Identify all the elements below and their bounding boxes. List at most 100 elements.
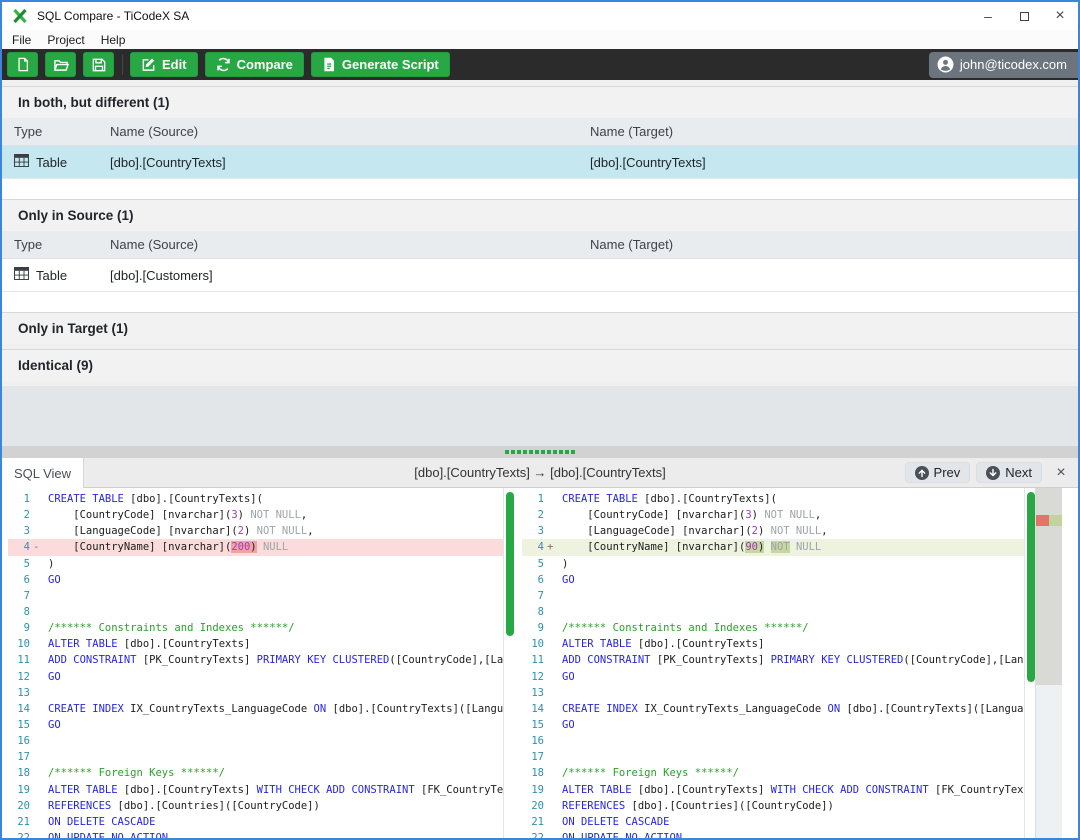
- line-code: /****** Constraints and Indexes ******/: [562, 620, 809, 636]
- sql-line: 19ALTER TABLE [dbo].[CountryTexts] WITH …: [8, 782, 503, 798]
- sql-line: 3 [LanguageCode] [nvarchar](2) NOT NULL,: [8, 523, 503, 539]
- token: /****** Foreign Keys ******/: [48, 767, 225, 779]
- diff-marker: [544, 556, 557, 572]
- comparison-grid: In both, but different (1)TypeName (Sour…: [2, 80, 1078, 446]
- diff-marker: [30, 588, 43, 604]
- token: [dbo].[CountryTexts](: [124, 493, 263, 505]
- save-icon: [92, 58, 106, 72]
- sql-line: 21 ON DELETE CASCADE: [522, 814, 1024, 830]
- diff-marker: [30, 652, 43, 668]
- sync-icon: [216, 57, 231, 72]
- token: 90: [745, 541, 758, 553]
- close-sql-view-button[interactable]: ×: [1052, 464, 1070, 482]
- line-number: 4: [8, 539, 30, 555]
- menu-help[interactable]: Help: [93, 32, 134, 48]
- line-number: 5: [522, 556, 544, 572]
- line-code: ): [48, 556, 54, 572]
- table-row[interactable]: Table[dbo].[Customers]: [2, 259, 1078, 292]
- minimize-button[interactable]: –: [970, 2, 1006, 30]
- compare-button[interactable]: Compare: [205, 52, 304, 77]
- token: NULL: [796, 541, 821, 553]
- source-scrollbar[interactable]: [503, 488, 516, 838]
- section-header-2[interactable]: Only in Target (1): [2, 312, 1078, 344]
- section-header-0[interactable]: In both, but different (1): [2, 86, 1078, 118]
- line-code: CREATE TABLE [dbo].[CountryTexts](: [562, 491, 777, 507]
- user-email: john@ticodex.com: [960, 57, 1067, 72]
- token: [dbo].[CountryTexts]([LanguageCode]): [326, 703, 503, 715]
- diff-marker: [544, 620, 557, 636]
- user-account-button[interactable]: john@ticodex.com: [929, 52, 1078, 78]
- token: [dbo].[CountryTexts]([LanguageCode]): [840, 703, 1024, 715]
- line-number: 12: [522, 669, 544, 685]
- table-row[interactable]: Table[dbo].[CountryTexts][dbo].[CountryT…: [2, 146, 1078, 179]
- diff-marker: [30, 507, 43, 523]
- source-scrollbar-thumb[interactable]: [506, 492, 514, 636]
- sql-view-header: SQL View [dbo].[CountryTexts] → [dbo].[C…: [2, 458, 1078, 488]
- line-number: 21: [522, 814, 544, 830]
- token: PRIMARY KEY CLUSTERED: [771, 654, 904, 666]
- sql-line: 6GO: [8, 572, 503, 588]
- sql-line: 12GO: [522, 669, 1024, 685]
- close-button[interactable]: ×: [1042, 2, 1078, 30]
- token: PRIMARY KEY CLUSTERED: [257, 654, 390, 666]
- sql-line: 20REFERENCES [dbo].[Countries]([CountryC…: [8, 798, 503, 814]
- diff-marker: +: [544, 539, 557, 555]
- menu-bar: File Project Help: [2, 30, 1078, 49]
- sql-line-removed: 4- [CountryName] [nvarchar](200) NULL: [8, 539, 503, 555]
- folder-open-icon: [53, 58, 69, 72]
- sql-line: 10ALTER TABLE [dbo].[CountryTexts]: [8, 636, 503, 652]
- diff-overview-ruler[interactable]: [1035, 488, 1062, 838]
- app-window: SQL Compare - TiCodeX SA – × File Projec…: [0, 0, 1080, 840]
- line-code: ON UPDATE NO ACTION: [562, 830, 682, 838]
- token: /****** Constraints and Indexes ******/: [48, 622, 295, 634]
- target-scrollbar-thumb[interactable]: [1027, 492, 1035, 682]
- generate-script-button[interactable]: Generate Script: [311, 52, 450, 77]
- target-sql-pane[interactable]: 1CREATE TABLE [dbo].[CountryTexts](2 [Co…: [516, 488, 1024, 838]
- edit-button-label: Edit: [162, 57, 187, 72]
- splitter-handle[interactable]: [2, 446, 1078, 458]
- token: [LanguageCode] [nvarchar](: [562, 525, 752, 537]
- source-sql-pane[interactable]: 1CREATE TABLE [dbo].[CountryTexts](2 [Co…: [2, 488, 503, 838]
- prev-diff-button[interactable]: Prev: [905, 462, 971, 483]
- token: ,: [307, 525, 313, 537]
- section-header-3[interactable]: Identical (9): [2, 349, 1078, 381]
- sql-view-controls: Prev Next ×: [905, 462, 1078, 483]
- maximize-icon: [1020, 12, 1029, 21]
- line-code: [CountryCode] [nvarchar](3) NOT NULL,: [562, 507, 821, 523]
- line-number: 16: [522, 733, 544, 749]
- maximize-button[interactable]: [1006, 2, 1042, 30]
- line-number: 6: [522, 572, 544, 588]
- diff-marker: [30, 814, 43, 830]
- type-label: Table: [36, 268, 67, 283]
- token: ALTER TABLE: [562, 638, 632, 650]
- line-code: ON DELETE CASCADE: [562, 814, 669, 830]
- open-project-button[interactable]: [45, 52, 76, 77]
- line-number: 8: [522, 604, 544, 620]
- diff-marker: [544, 685, 557, 701]
- token: ): [752, 509, 765, 521]
- target-scrollbar[interactable]: [1024, 488, 1035, 838]
- sql-line: 2 [CountryCode] [nvarchar](3) NOT NULL,: [8, 507, 503, 523]
- line-number: 18: [8, 765, 30, 781]
- sql-line: 13: [8, 685, 503, 701]
- save-project-button[interactable]: [83, 52, 114, 77]
- token: [dbo].[CountryTexts](: [638, 493, 777, 505]
- diff-marker: [30, 717, 43, 733]
- new-file-button[interactable]: [7, 52, 38, 77]
- section-header-1[interactable]: Only in Source (1): [2, 199, 1078, 231]
- sql-line: 17: [8, 749, 503, 765]
- menu-project[interactable]: Project: [39, 32, 92, 48]
- sql-line: 22ON UPDATE NO ACTION: [522, 830, 1024, 838]
- token: [PK_CountryTexts]: [651, 654, 771, 666]
- next-diff-button[interactable]: Next: [976, 462, 1042, 483]
- line-number: 22: [8, 830, 30, 838]
- menu-file[interactable]: File: [4, 32, 39, 48]
- line-code: [LanguageCode] [nvarchar](2) NOT NULL,: [48, 523, 314, 539]
- token: ): [562, 558, 568, 570]
- edit-button[interactable]: Edit: [130, 52, 198, 77]
- line-number: 8: [8, 604, 30, 620]
- line-code: [CountryCode] [nvarchar](3) NOT NULL,: [48, 507, 307, 523]
- diff-marker: [30, 701, 43, 717]
- tab-sql-view[interactable]: SQL View: [2, 458, 84, 488]
- token: ): [48, 558, 54, 570]
